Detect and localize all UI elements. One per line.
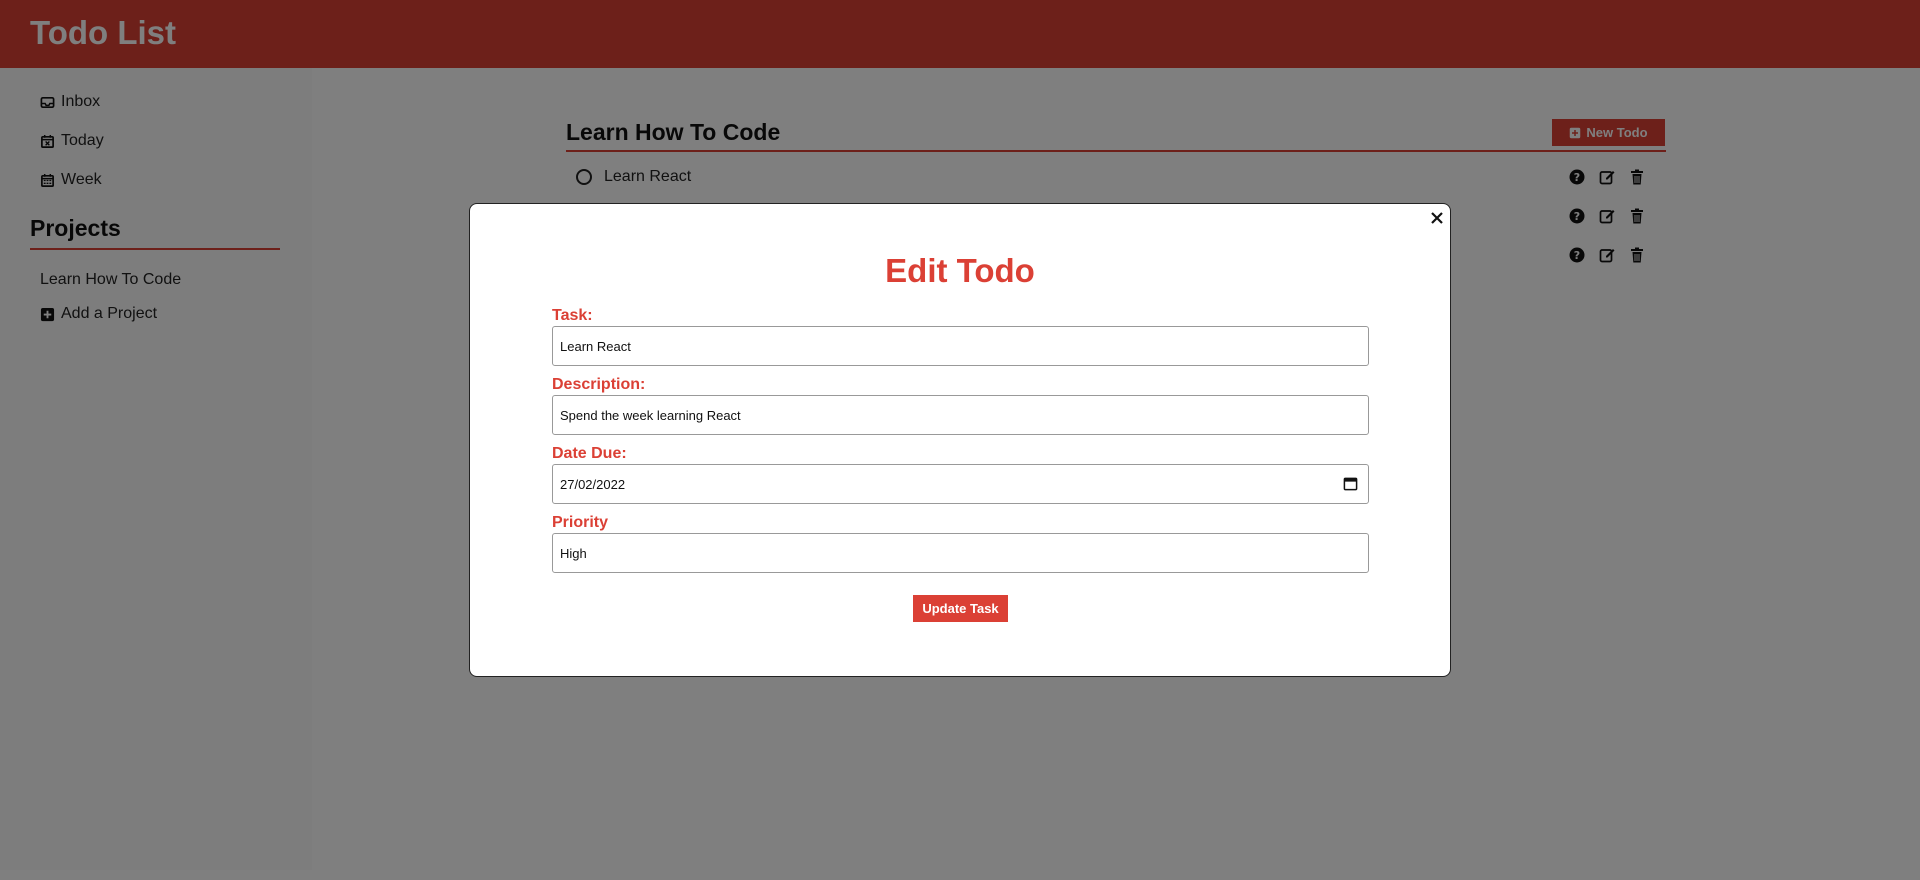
priority-label: Priority <box>552 514 609 531</box>
date-due-value: 27/02/2022 <box>560 476 626 492</box>
priority-input[interactable]: High <box>552 533 1369 573</box>
update-task-button[interactable]: Update Task <box>913 595 1008 622</box>
calendar-icon[interactable] <box>1343 476 1358 491</box>
task-input-value: Learn React <box>560 338 631 354</box>
description-input-value: Spend the week learning React <box>560 407 741 423</box>
description-input[interactable]: Spend the week learning React <box>552 395 1369 435</box>
date-due-input[interactable]: 27/02/2022 <box>552 464 1369 504</box>
task-input[interactable]: Learn React <box>552 326 1369 366</box>
description-label: Description: <box>552 376 646 393</box>
date-due-label: Date Due: <box>552 445 627 462</box>
task-label: Task: <box>552 307 593 324</box>
priority-input-value: High <box>560 545 587 561</box>
modal-title: Edit Todo <box>885 252 1035 289</box>
close-icon <box>1431 212 1443 224</box>
edit-todo-modal: Edit Todo Task: Learn React Description:… <box>469 203 1451 677</box>
close-button[interactable] <box>1428 210 1446 228</box>
